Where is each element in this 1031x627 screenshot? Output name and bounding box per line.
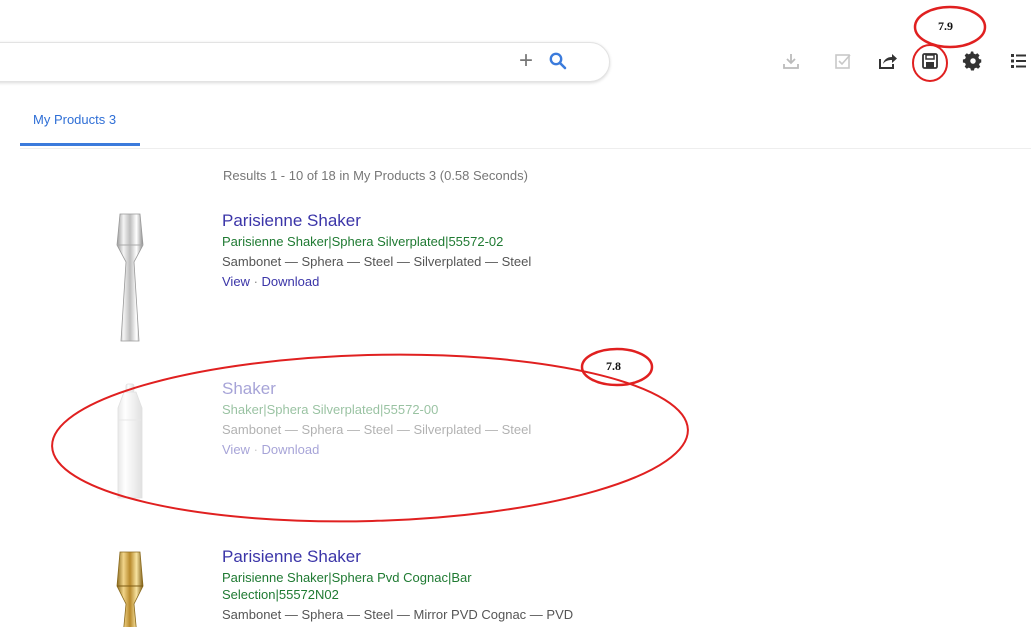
result-item: Shaker Shaker|Sphera Silverplated|55572-… [100, 378, 700, 508]
result-attributes: Sambonet — Sphera — Steel — Silverplated… [222, 422, 532, 437]
result-attributes: Sambonet — Sphera — Steel — Silverplated… [222, 254, 532, 269]
download-link[interactable]: Download [262, 442, 320, 457]
link-separator: · [253, 442, 258, 457]
product-thumbnail[interactable] [100, 378, 160, 508]
result-info: Shaker Shaker|Sphera Silverplated|55572-… [222, 378, 682, 458]
result-links: View · Download [222, 273, 682, 290]
share-icon[interactable] [877, 50, 899, 72]
result-info: Parisienne Shaker Parisienne Shaker|Sphe… [222, 210, 682, 290]
annotation-label-7-9: 7.9 [938, 19, 953, 33]
save-icon[interactable] [919, 50, 941, 72]
search-bar: + [0, 42, 610, 82]
add-search-term-icon[interactable]: + [519, 49, 533, 73]
result-links: View · Download [222, 441, 682, 458]
result-info: Parisienne Shaker Parisienne Shaker|Sphe… [222, 546, 682, 623]
checklist-icon[interactable] [832, 50, 854, 72]
result-subtitle: Parisienne Shaker|Sphera Pvd Cognac|Bar … [222, 570, 472, 602]
link-separator: · [253, 274, 258, 289]
gear-icon[interactable] [962, 50, 984, 72]
view-link[interactable]: View [222, 274, 250, 289]
result-item: Parisienne Shaker Parisienne Shaker|Sphe… [100, 210, 700, 350]
tab-label: My Products 3 [33, 112, 117, 127]
product-thumbnail[interactable] [100, 546, 160, 627]
list-view-icon[interactable] [1008, 50, 1030, 72]
result-item: Parisienne Shaker Parisienne Shaker|Sphe… [100, 546, 700, 627]
search-icon[interactable] [549, 52, 567, 75]
result-title[interactable]: Parisienne Shaker [222, 546, 682, 567]
tab-divider [20, 148, 1031, 149]
result-title[interactable]: Parisienne Shaker [222, 210, 682, 231]
annotation-label-7-8: 7.8 [606, 359, 621, 373]
tab-my-products[interactable]: My Products 3 [20, 104, 140, 146]
search-input[interactable] [11, 51, 495, 75]
download-link[interactable]: Download [262, 274, 320, 289]
results-summary: Results 1 - 10 of 18 in My Products 3 (0… [223, 168, 528, 183]
tab-active-indicator [20, 143, 140, 146]
download-icon[interactable] [780, 50, 802, 72]
result-attributes: Sambonet — Sphera — Steel — Mirror PVD C… [222, 607, 574, 622]
result-subtitle: Shaker|Sphera Silverplated|55572-00 [222, 402, 439, 417]
product-thumbnail[interactable] [100, 210, 160, 350]
view-link[interactable]: View [222, 442, 250, 457]
result-title[interactable]: Shaker [222, 378, 682, 399]
result-subtitle: Parisienne Shaker|Sphera Silverplated|55… [222, 234, 504, 249]
